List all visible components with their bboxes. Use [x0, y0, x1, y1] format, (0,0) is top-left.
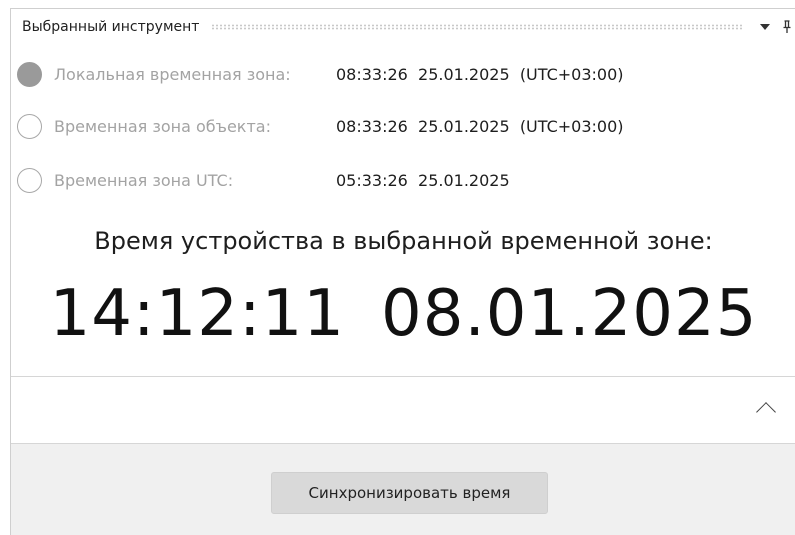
timezone-value: 05:33:26 25.01.2025 [336, 171, 510, 190]
timezone-time: 05:33:26 [336, 170, 408, 190]
timezone-date: 25.01.2025 [418, 64, 510, 84]
timezone-value: 08:33:26 25.01.2025 (UTC+03:00) [336, 65, 624, 84]
timezone-offset: (UTC+03:00) [519, 64, 624, 84]
timezone-offset: (UTC+03:00) [519, 116, 624, 136]
footer-bar: Синхронизировать время [11, 444, 795, 535]
panel-titlebar: Выбранный инструмент [11, 9, 795, 45]
collapsible-section-header[interactable] [11, 376, 795, 444]
timezone-label: Временная зона UTC: [54, 170, 234, 190]
device-time: 14:12:11 [49, 277, 345, 351]
timezone-label: Временная зона объекта: [54, 116, 271, 136]
timezone-date: 25.01.2025 [418, 116, 510, 136]
timezone-time: 08:33:26 [336, 116, 408, 136]
radio-utc[interactable] [17, 167, 42, 193]
panel-menu-button[interactable] [758, 20, 772, 34]
timezone-time: 08:33:26 [336, 64, 408, 84]
timezone-option-utc[interactable]: Временная зона UTC: 05:33:26 25.01.2025 [17, 166, 510, 194]
chevron-up-icon[interactable] [756, 402, 776, 422]
radio-local[interactable] [17, 61, 42, 87]
device-time-caption: Время устройства в выбранной временной з… [94, 227, 713, 255]
timezone-date: 25.01.2025 [418, 170, 510, 190]
panel-title: Выбранный инструмент [22, 19, 200, 35]
device-date: 08.01.2025 [381, 277, 758, 351]
selected-tool-panel: Выбранный инструмент Локальная временная… [10, 8, 795, 535]
sync-time-button[interactable]: Синхронизировать время [271, 472, 548, 514]
timezone-label: Локальная временная зона: [54, 64, 291, 84]
radio-object[interactable] [17, 113, 42, 139]
timezone-option-local[interactable]: Локальная временная зона: 08:33:26 25.01… [17, 60, 624, 88]
pin-button[interactable] [782, 19, 792, 35]
device-clock: 14:12:11 08.01.2025 [11, 277, 795, 351]
timezone-option-object[interactable]: Временная зона объекта: 08:33:26 25.01.2… [17, 112, 624, 140]
pin-icon [783, 20, 791, 33]
triangle-down-icon [760, 24, 770, 30]
title-grip[interactable] [211, 24, 744, 30]
timezone-value: 08:33:26 25.01.2025 (UTC+03:00) [336, 117, 624, 136]
